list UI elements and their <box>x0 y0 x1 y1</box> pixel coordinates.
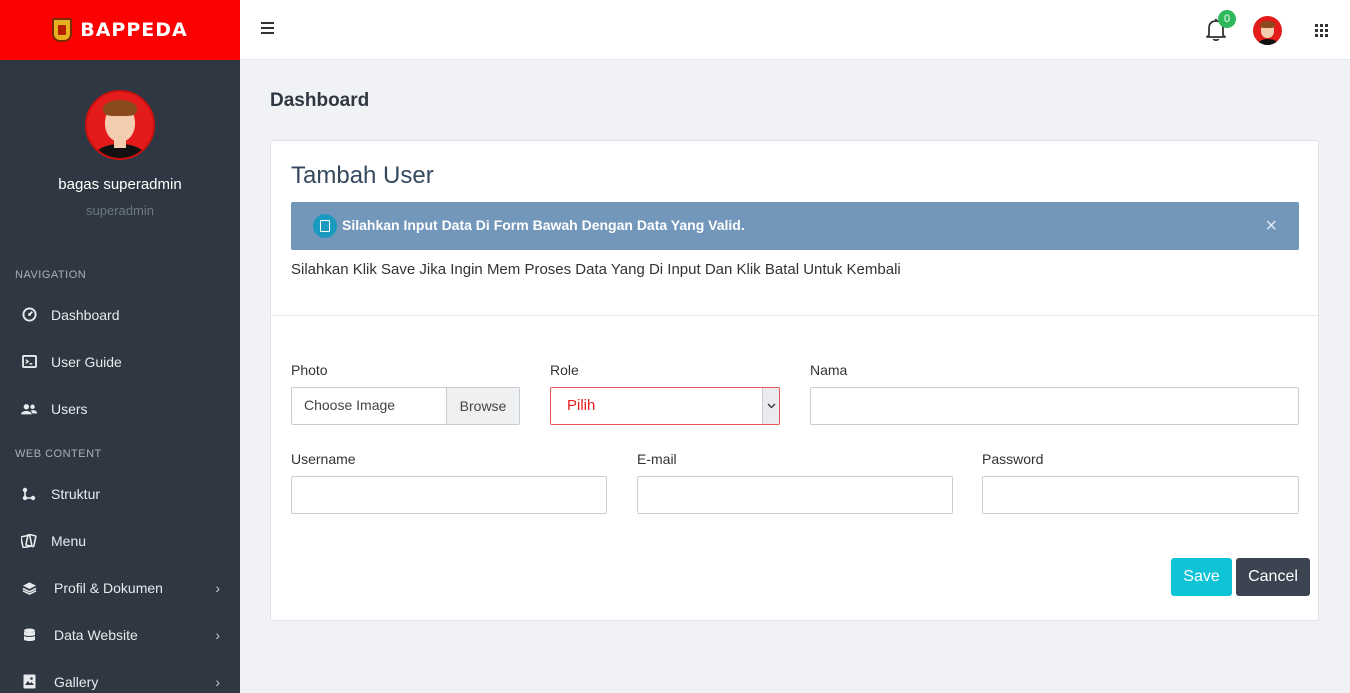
top-bar: 0 <box>240 0 1350 60</box>
sidebar-item-label: Profil & Dokumen <box>54 579 163 596</box>
chevron-right-icon: › <box>215 673 220 690</box>
sidebar-item-struktur[interactable]: Struktur <box>0 470 240 517</box>
photo-file-input[interactable]: Choose Image Browse <box>291 387 520 425</box>
sidebar-item-label: Users <box>51 400 88 417</box>
role-label: Role <box>550 362 579 378</box>
profile-role: superadmin <box>86 203 154 218</box>
sidebar-item-label: Gallery <box>54 673 99 690</box>
sidebar-item-label: User Guide <box>51 353 122 370</box>
notification-badge: 0 <box>1218 10 1236 28</box>
image-icon <box>21 674 37 690</box>
email-input[interactable] <box>637 476 953 514</box>
database-icon <box>21 627 37 643</box>
add-user-card: Tambah User Silahkan Input Data Di Form … <box>270 140 1319 621</box>
sidebar-item-data-website[interactable]: Data Website › <box>0 611 240 658</box>
browse-button[interactable]: Browse <box>446 388 519 424</box>
nama-label: Nama <box>810 362 848 378</box>
chevron-down-icon <box>762 388 779 424</box>
close-icon[interactable]: × <box>1265 215 1277 238</box>
sidebar-item-profil-dokumen[interactable]: Profil & Dokumen › <box>0 564 240 611</box>
users-icon <box>21 401 37 417</box>
coat-of-arms-icon <box>52 18 73 42</box>
save-button[interactable]: Save <box>1171 558 1232 596</box>
file-placeholder: Choose Image <box>304 397 396 413</box>
role-selected-value: Pilih <box>567 397 596 414</box>
sidebar-item-label: Dashboard <box>51 306 120 323</box>
sitemap-icon <box>21 486 37 502</box>
menu-cards-icon <box>21 533 37 549</box>
nav-section-navigation: NAVIGATION <box>15 269 87 281</box>
sidebar-item-user-guide[interactable]: User Guide <box>0 338 240 385</box>
card-title: Tambah User <box>291 162 434 189</box>
user-profile: bagas superadmin superadmin <box>0 60 240 218</box>
password-label: Password <box>982 451 1044 467</box>
divider <box>271 315 1318 316</box>
brand[interactable]: BAPPEDA <box>0 0 240 60</box>
alert-message: Silahkan Input Data Di Form Bawah Dengan… <box>342 217 745 233</box>
hamburger-menu-icon[interactable] <box>261 22 274 34</box>
page-title: Dashboard <box>270 90 370 111</box>
nav-section-web-content: WEB CONTENT <box>15 448 102 460</box>
sidebar: BAPPEDA bagas superadmin superadmin NAVI… <box>0 0 240 693</box>
chevron-right-icon: › <box>215 626 220 643</box>
brand-name: BAPPEDA <box>80 19 188 41</box>
terminal-icon <box>21 354 37 370</box>
username-input[interactable] <box>291 476 607 514</box>
nama-input[interactable] <box>810 387 1299 425</box>
avatar <box>85 90 155 160</box>
layers-icon <box>21 580 37 596</box>
email-label: E-mail <box>637 451 677 467</box>
apps-grid-icon[interactable] <box>1315 24 1328 37</box>
card-description: Silahkan Klik Save Jika Ingin Mem Proses… <box>291 261 901 278</box>
info-alert: Silahkan Input Data Di Form Bawah Dengan… <box>291 202 1299 250</box>
photo-label: Photo <box>291 362 328 378</box>
role-select[interactable]: Pilih <box>550 387 780 425</box>
sidebar-item-dashboard[interactable]: Dashboard <box>0 291 240 338</box>
sidebar-item-users[interactable]: Users <box>0 385 240 432</box>
dashboard-icon <box>21 307 37 323</box>
sidebar-item-label: Struktur <box>51 485 101 502</box>
profile-name: bagas superadmin <box>58 176 182 193</box>
sidebar-item-label: Data Website <box>54 626 138 643</box>
sidebar-item-gallery[interactable]: Gallery › <box>0 658 240 693</box>
password-input[interactable] <box>982 476 1299 514</box>
user-avatar-button[interactable] <box>1253 16 1282 45</box>
sidebar-item-menu[interactable]: Menu <box>0 517 240 564</box>
chevron-right-icon: › <box>215 579 220 596</box>
sidebar-item-label: Menu <box>51 532 87 549</box>
info-document-icon <box>313 214 337 238</box>
username-label: Username <box>291 451 356 467</box>
cancel-button[interactable]: Cancel <box>1236 558 1310 596</box>
